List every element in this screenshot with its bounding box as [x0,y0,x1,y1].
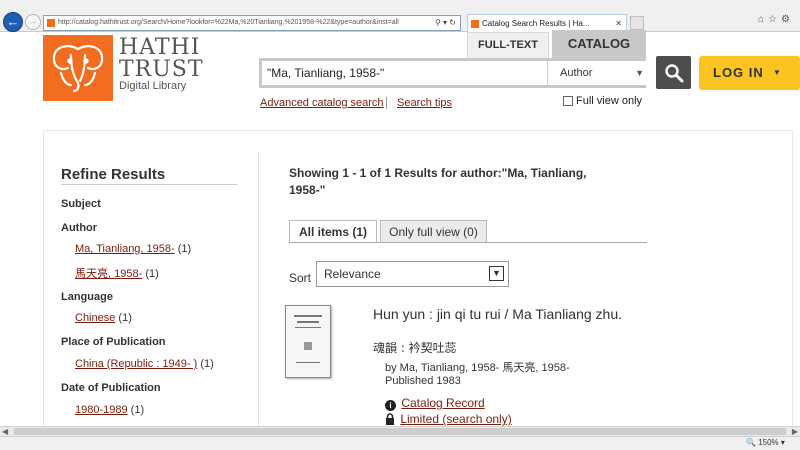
search-button[interactable] [656,56,691,89]
tab-full-text[interactable]: FULL-TEXT [467,32,549,58]
facet-link[interactable]: Chinese [75,312,115,324]
search-type-value: Author [560,67,593,79]
facet-link[interactable]: Ma, Tianliang, 1958- [75,243,175,255]
results-summary: Showing 1 - 1 of 1 Results for author:"M… [289,166,587,197]
result-author: by Ma, Tianliang, 1958- 馬天亮, 1958- [385,362,570,374]
full-view-label[interactable]: Full view only [576,95,642,107]
tabs-divider [289,242,647,243]
facet-count: (1) [118,312,132,324]
lock-icon [386,413,394,425]
search-tips-link[interactable]: Search tips [397,97,452,109]
facet-count: (1) [177,243,192,255]
link-divider [386,97,387,109]
search-refresh-icon[interactable]: ⚲ ▾ ↻ [435,16,456,30]
scrollbar-thumb[interactable] [14,428,786,435]
thumb-detail [297,321,319,323]
facet-date-heading[interactable]: Date of Publication [61,382,161,394]
thumb-detail [296,362,320,363]
sort-label: Sort [289,271,312,285]
catalog-record-link[interactable]: Catalog Record [401,396,484,410]
status-bar: 🔍 150% ▾ [0,436,800,450]
facet-place-heading[interactable]: Place of Publication [61,336,166,348]
logo-text-digital-library: Digital Library [119,80,187,92]
tab-only-full-view[interactable]: Only full view (0) [380,220,487,242]
sort-select[interactable]: Relevance ▼ [316,261,509,287]
site-favicon-icon [47,19,55,27]
facet-count: (1) [145,268,159,280]
facet-item: Ma, Tianliang, 1958- (1) [75,243,191,255]
site-header: HATHI TRUST Digital Library FULL-TEXT CA… [0,30,800,120]
refine-results-heading: Refine Results [61,166,166,183]
new-tab-button[interactable] [630,16,644,30]
advanced-search-link[interactable]: Advanced catalog search [260,97,384,109]
catalog-record-row: i Catalog Record [385,396,485,411]
login-label: LOG IN [713,65,764,80]
divider [61,184,237,185]
chevron-down-icon: ▼ [489,266,504,281]
window-controls[interactable]: ⌂☆⚙ [758,14,794,25]
facet-link[interactable]: 馬天亮, 1958- [75,268,142,280]
tab-catalog[interactable]: CATALOG [552,30,646,59]
facet-count: (1) [200,358,214,370]
thumb-detail [295,327,321,328]
facet-link[interactable]: China (Republic : 1949- ) [75,358,197,370]
tab-title: Catalog Search Results | Ha... [482,19,590,28]
facet-item: 1980-1989 (1) [75,404,144,416]
chevron-down-icon: ▼ [635,68,644,78]
horizontal-scrollbar[interactable]: ◀ ▶ [0,426,800,436]
limited-search-link[interactable]: Limited (search only) [400,412,511,426]
forward-arrow-icon[interactable]: → [25,14,41,30]
result-published: Published 1983 [385,375,461,387]
facet-language-heading[interactable]: Language [61,291,113,303]
thumb-detail [304,342,312,350]
browser-chrome: ← → http://catalog.hathitrust.org/Search… [0,0,800,32]
facet-author-heading[interactable]: Author [61,222,97,234]
tab-favicon-icon [471,20,479,28]
search-input[interactable] [262,61,548,85]
scroll-left-icon[interactable]: ◀ [2,427,8,436]
results-content: Showing 1 - 1 of 1 Results for author:"M… [259,131,794,431]
info-icon: i [385,400,396,411]
logo-text-trust: TRUST [119,57,204,82]
thumb-detail [294,315,322,317]
book-cover-thumbnail[interactable] [285,305,331,378]
result-title: Hun yun : jin qi tu rui / Ma Tianliang z… [373,306,623,322]
facet-count: (1) [130,404,145,416]
sort-value: Relevance [324,267,381,281]
elephant-logo-icon[interactable] [43,35,113,101]
url-text: http://catalog.hathitrust.org/Search/Hom… [58,19,399,26]
facet-item: China (Republic : 1949- ) (1) [75,358,214,370]
limited-row: Limited (search only) [385,412,512,426]
scroll-right-icon[interactable]: ▶ [792,427,798,436]
search-type-select[interactable]: Author ▼ [547,61,652,85]
zoom-value: 150% [758,438,779,447]
search-bar: Author ▼ [259,58,652,88]
result-alt-title: 魂韻 : 衿契吐蕊 [373,341,457,355]
full-view-checkbox[interactable] [563,96,573,106]
main-panel: Refine Results Subject Author Ma, Tianli… [43,130,794,431]
facet-item: 馬天亮, 1958- (1) [75,265,159,281]
facet-link[interactable]: 1980-1989 [75,404,128,416]
address-bar[interactable]: http://catalog.hathitrust.org/Search/Hom… [43,15,461,31]
zoom-level[interactable]: 🔍 150% ▾ [746,438,785,447]
facet-item: Chinese (1) [75,312,132,324]
tab-all-items[interactable]: All items (1) [289,220,377,242]
login-button[interactable]: LOG IN ▼ [699,56,800,90]
search-icon [665,64,684,83]
refine-sidebar: Refine Results Subject Author Ma, Tianli… [44,131,259,431]
back-arrow-icon[interactable]: ← [3,12,23,32]
caret-down-icon: ▼ [773,68,782,77]
facet-subject[interactable]: Subject [61,198,101,210]
